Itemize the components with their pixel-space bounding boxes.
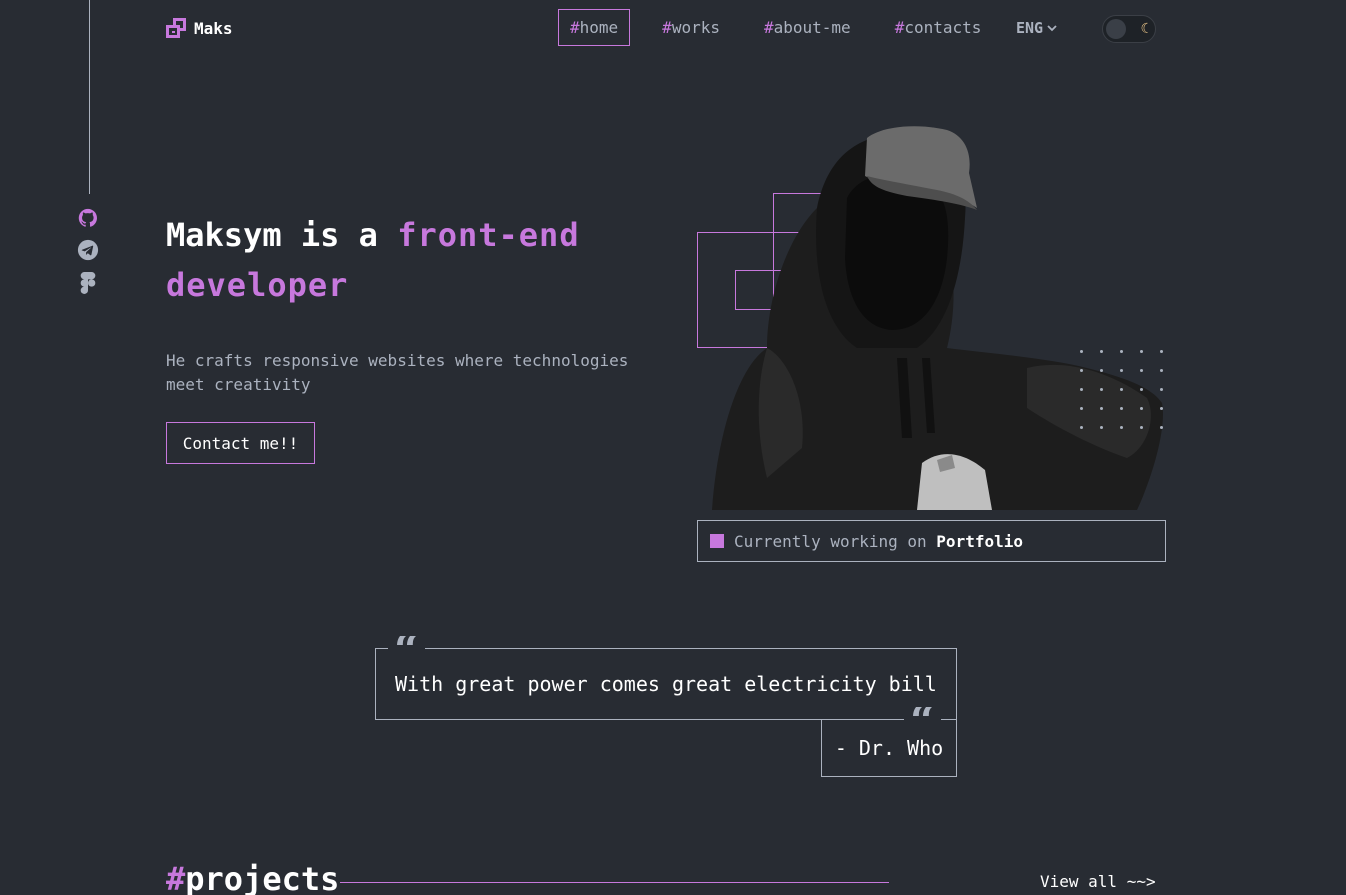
quote-text: With great power comes great electricity… [395, 672, 937, 696]
quote-box: With great power comes great electricity… [375, 648, 957, 720]
nav-contacts[interactable]: #contacts [883, 9, 994, 46]
social-rail-line [89, 0, 90, 194]
status-box: Currently working on Portfolio [697, 520, 1166, 562]
hero-portrait [712, 126, 1163, 510]
hero-title-accent: front-end [397, 216, 580, 254]
hero-subtitle: He crafts responsive websites where tech… [166, 351, 629, 394]
logo[interactable]: Maks [166, 18, 233, 38]
chevron-down-icon [1047, 25, 1057, 32]
logo-icon [166, 18, 186, 38]
moon-icon: ☾ [1140, 21, 1149, 37]
main-nav: #home #works #about-me #contacts [558, 9, 1013, 46]
contact-me-button[interactable]: Contact me!! [166, 422, 315, 464]
language-selector[interactable]: ENG [1016, 19, 1057, 37]
nav-home[interactable]: #home [558, 9, 631, 46]
language-label: ENG [1016, 19, 1044, 37]
toggle-knob [1106, 19, 1126, 39]
view-all-link[interactable]: View all ~~> [1040, 872, 1156, 891]
nav-about-me[interactable]: #about-me [752, 9, 863, 46]
hero-title-accent-2: developer [166, 266, 349, 304]
projects-heading: #projects [166, 860, 340, 895]
quote-mark-icon: “ [388, 636, 426, 662]
decor-dots [1080, 350, 1164, 429]
projects-divider [340, 882, 889, 883]
status-text: Currently working on Portfolio [734, 531, 1023, 551]
nav-works[interactable]: #works [650, 9, 732, 46]
figma-icon[interactable] [77, 272, 99, 294]
quote-mark-icon: “ [904, 707, 942, 733]
hero-title: Maksym is a front-end developer [166, 216, 580, 304]
theme-toggle[interactable]: ☾ [1102, 15, 1156, 43]
status-square-icon [710, 534, 724, 548]
status-project: Portfolio [936, 531, 1023, 551]
github-icon[interactable] [77, 207, 99, 229]
telegram-icon[interactable] [77, 239, 99, 261]
logo-text: Maks [194, 18, 233, 38]
